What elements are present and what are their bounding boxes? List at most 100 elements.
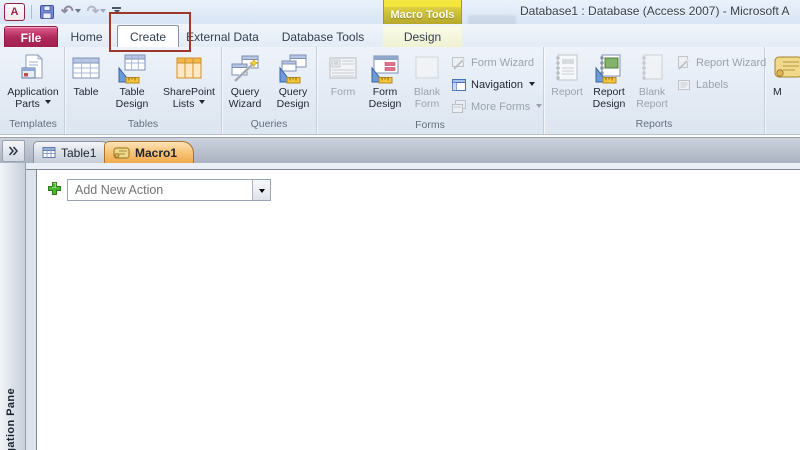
macro-scroll-icon — [113, 147, 130, 158]
navigation-pane-label: Navigation Pane — [5, 388, 17, 450]
report-wizard-button[interactable]: Report Wizard — [672, 52, 766, 74]
table-design-button[interactable]: Table Design — [109, 50, 155, 110]
save-button[interactable] — [38, 3, 56, 21]
blank-report-icon — [642, 54, 663, 80]
group-label-tables: Tables — [127, 118, 159, 130]
button-label: Form — [330, 86, 356, 98]
button-label: Query Wizard — [228, 86, 262, 110]
contextual-color-bar — [384, 0, 461, 7]
labels-icon — [678, 80, 690, 90]
sharepoint-lists-button[interactable]: SharePoint Lists — [157, 50, 221, 110]
button-label: Form Wizard — [471, 57, 534, 69]
report-design-button[interactable]: Report Design — [586, 50, 632, 110]
button-label: Report — [551, 86, 583, 98]
blank-report-button[interactable]: Blank Report — [632, 50, 672, 110]
undo-icon: ↶ — [61, 3, 74, 20]
ribbon-group-tables: Table Table Design SharePoint Lists Tabl… — [65, 47, 222, 134]
query-wizard-button[interactable]: Query Wizard — [222, 50, 268, 110]
navigation-pane-collapsed[interactable]: Navigation Pane — [0, 163, 26, 450]
button-label: Application Parts — [7, 86, 59, 110]
dropdown-caret-icon — [44, 100, 51, 107]
save-icon — [40, 5, 54, 19]
document-tab-table1[interactable]: Table1 — [33, 141, 114, 163]
tab-file[interactable]: File — [4, 26, 58, 48]
button-label: Form Design — [368, 86, 402, 110]
undo-button[interactable]: ↶ — [60, 3, 82, 21]
table-icon — [72, 57, 100, 79]
form-wizard-icon — [452, 57, 466, 70]
button-label: Report Design — [592, 86, 626, 110]
button-label: Query Design — [276, 86, 310, 110]
green-plus-icon — [48, 182, 61, 195]
add-action-plus-button[interactable] — [47, 181, 62, 201]
blank-form-button[interactable]: Blank Form — [407, 50, 447, 110]
customize-qat-icon — [112, 7, 122, 9]
report-button[interactable]: Report — [548, 50, 586, 99]
document-tab-macro1[interactable]: Macro1 — [104, 141, 195, 163]
form-button[interactable]: Form — [323, 50, 363, 99]
tab-database-tools[interactable]: Database Tools — [268, 26, 378, 47]
qat-separator — [31, 5, 32, 19]
customize-qat-button[interactable] — [111, 3, 122, 21]
button-label: Blank Form — [413, 86, 441, 110]
form-wizard-button[interactable]: Form Wizard — [447, 52, 543, 74]
redo-icon: ↷ — [86, 3, 100, 20]
access-logo-icon: A — [4, 3, 25, 21]
button-label: M — [773, 86, 782, 98]
button-label: Labels — [696, 79, 729, 91]
table-button[interactable]: Table — [65, 50, 107, 99]
application-parts-button[interactable]: Application Parts — [2, 50, 64, 110]
blank-form-icon — [415, 56, 439, 79]
sharepoint-lists-icon — [176, 57, 202, 79]
query-design-button[interactable]: Query Design — [270, 50, 316, 110]
add-action-combobox[interactable]: Add New Action — [67, 179, 271, 201]
query-wizard-icon — [231, 55, 259, 83]
nav-pane-expand-button[interactable] — [2, 140, 25, 162]
more-forms-button[interactable]: More Forms — [447, 96, 543, 118]
redo-button[interactable]: ↷ — [86, 3, 108, 21]
combobox-dropdown-button[interactable] — [252, 180, 270, 200]
dropdown-caret-icon — [199, 100, 206, 107]
group-label-queries: Queries — [250, 118, 288, 130]
group-label-macros — [765, 117, 800, 134]
redo-dropdown-icon — [100, 8, 107, 16]
tab-create[interactable]: Create — [117, 25, 179, 49]
document-area-top-strip — [26, 163, 800, 170]
access-logo-letter: A — [10, 6, 19, 18]
button-label: SharePoint Lists — [163, 86, 215, 110]
document-tab-label: Macro1 — [135, 145, 178, 160]
undo-dropdown-icon — [74, 8, 81, 16]
form-design-button[interactable]: Form Design — [363, 50, 407, 110]
form-icon — [329, 57, 357, 79]
group-label-templates: Templates — [9, 118, 57, 130]
tab-external-data[interactable]: External Data — [177, 26, 268, 47]
tab-home[interactable]: Home — [56, 26, 117, 47]
navigation-button[interactable]: Navigation — [447, 74, 543, 96]
title-bar: A ↶ ↷ Macro Tools Database1: Database (… — [0, 0, 800, 26]
report-wizard-icon — [678, 56, 690, 70]
query-design-icon — [279, 54, 307, 84]
button-label: Table — [73, 86, 99, 98]
macro-icon — [774, 56, 800, 78]
table-icon — [42, 147, 56, 158]
contextual-group-label: Macro Tools — [384, 7, 461, 24]
navigation-icon — [452, 79, 466, 91]
more-forms-icon — [452, 100, 466, 113]
double-chevron-right-icon — [8, 146, 19, 156]
window-title: Database1 : Database (Access 2007) - Mic… — [520, 4, 790, 18]
macro-button[interactable]: M — [773, 50, 800, 99]
macro-designer: Add New Action — [36, 170, 800, 450]
report-icon — [556, 54, 578, 81]
labels-button[interactable]: Labels — [672, 74, 764, 96]
button-label: Blank Report — [636, 86, 668, 110]
access-window: A ↶ ↷ Macro Tools Database1: Database (… — [0, 0, 800, 450]
combobox-value: Add New Action — [75, 183, 164, 197]
ribbon-group-forms: Form Form Design Blank Form Form Wizard … — [317, 47, 544, 134]
tab-design[interactable]: Design — [383, 26, 462, 47]
application-parts-icon — [21, 54, 43, 79]
ribbon-group-queries: Query Wizard Query Design Queries — [222, 47, 317, 134]
customize-qat-caret-icon — [114, 9, 121, 17]
form-design-icon — [371, 55, 399, 84]
pane-gap — [26, 170, 36, 450]
document-tab-label: Table1 — [61, 145, 97, 160]
